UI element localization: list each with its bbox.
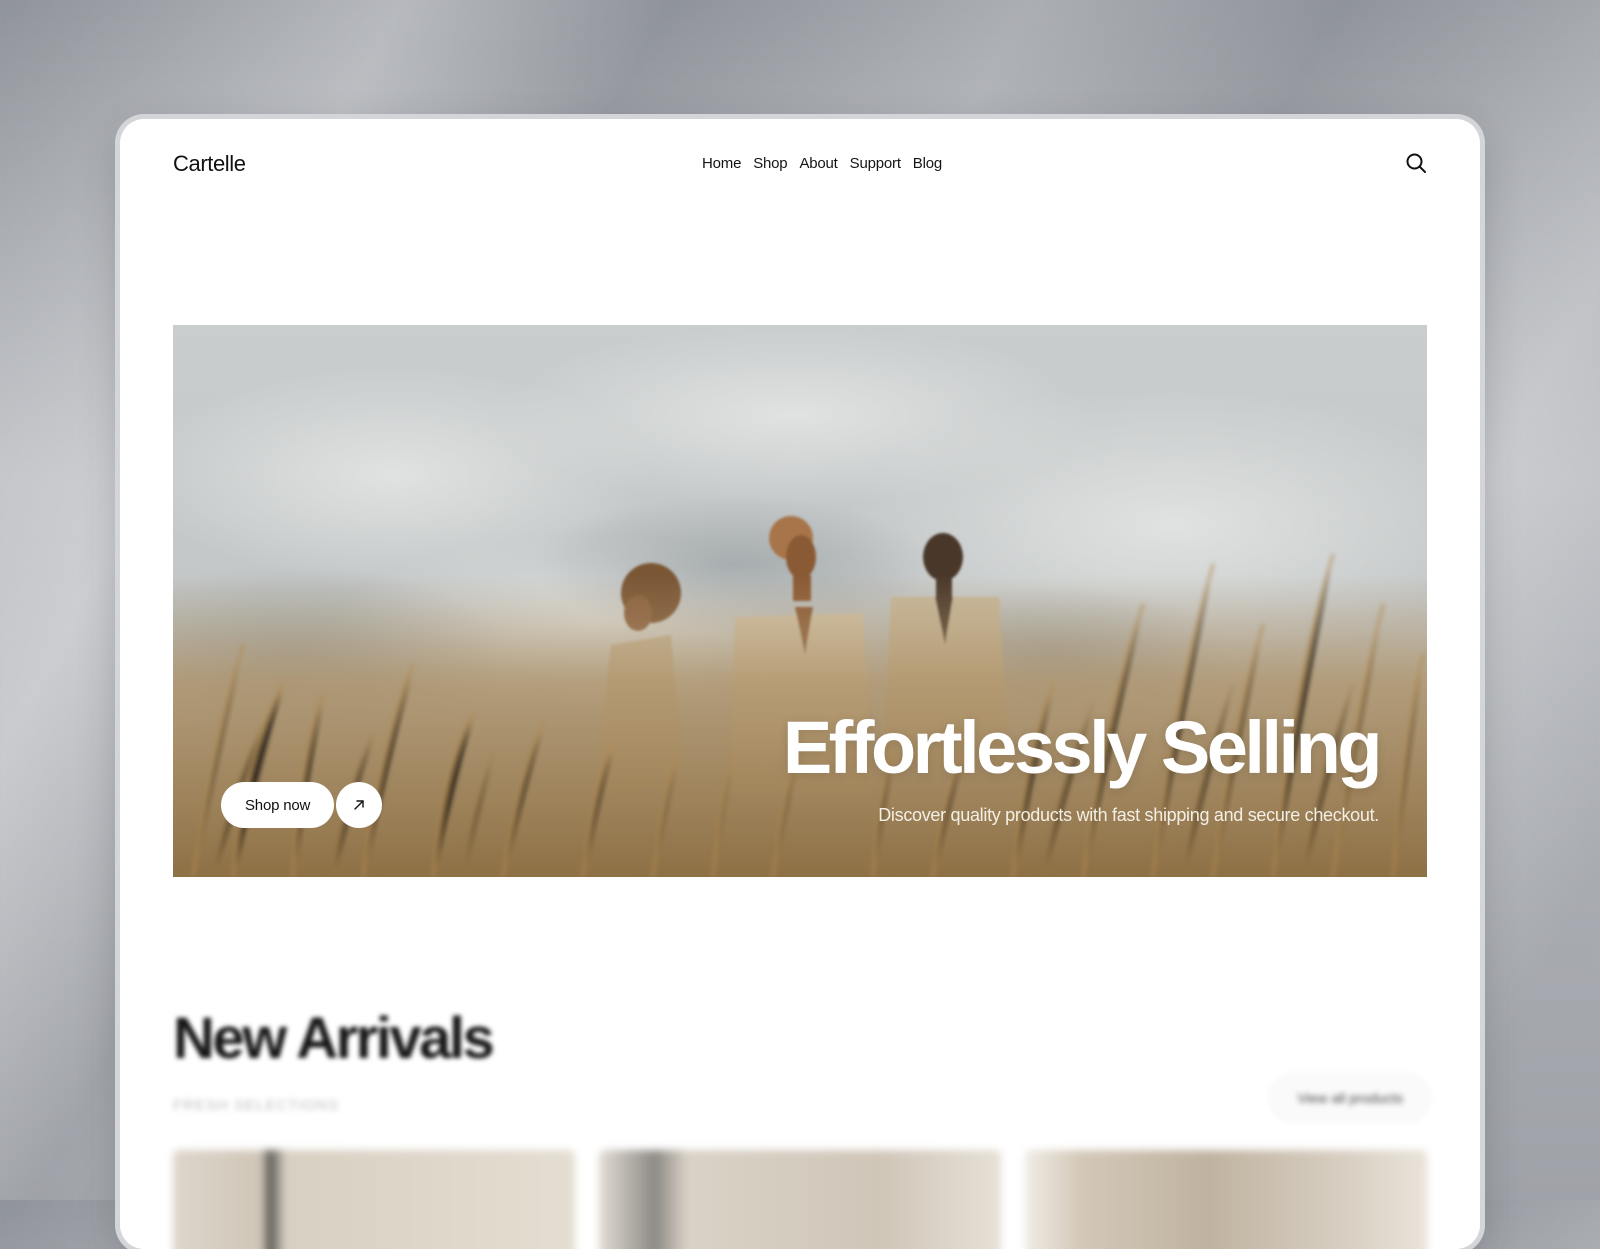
nav-item-shop[interactable]: Shop bbox=[753, 155, 787, 172]
nav-item-home[interactable]: Home bbox=[702, 155, 741, 172]
hero-title: Effortlessly Selling bbox=[782, 706, 1383, 789]
hero-subtitle: Discover quality products with fast ship… bbox=[878, 805, 1379, 825]
nav-item-blog[interactable]: Blog bbox=[913, 155, 942, 172]
search-icon bbox=[1406, 153, 1426, 173]
main-menu: Home Shop About Support Blog bbox=[702, 155, 942, 172]
hero-banner: Effortlessly Selling Discover quality pr… bbox=[173, 325, 1427, 877]
nav-item-about[interactable]: About bbox=[799, 155, 837, 172]
search-button[interactable] bbox=[1402, 149, 1430, 177]
nav-item-support[interactable]: Support bbox=[850, 155, 901, 172]
new-arrivals-title: New Arrivals bbox=[173, 1006, 495, 1071]
view-all-products-button[interactable]: View all products bbox=[1270, 1074, 1430, 1122]
hero-cta: Shop now bbox=[221, 782, 383, 828]
browser-frame: Cartelle Home Shop About Support Blog Ef… bbox=[120, 119, 1480, 1249]
shop-now-button[interactable]: Shop now bbox=[221, 782, 335, 828]
brand-logo[interactable]: Cartelle bbox=[173, 151, 246, 177]
arrow-up-right-icon bbox=[354, 800, 364, 810]
new-arrivals-subtitle: FRESH SELECTIONS bbox=[173, 1097, 340, 1114]
shop-now-arrow-button[interactable] bbox=[336, 782, 383, 828]
top-nav: Cartelle Home Shop About Support Blog bbox=[120, 119, 1480, 207]
